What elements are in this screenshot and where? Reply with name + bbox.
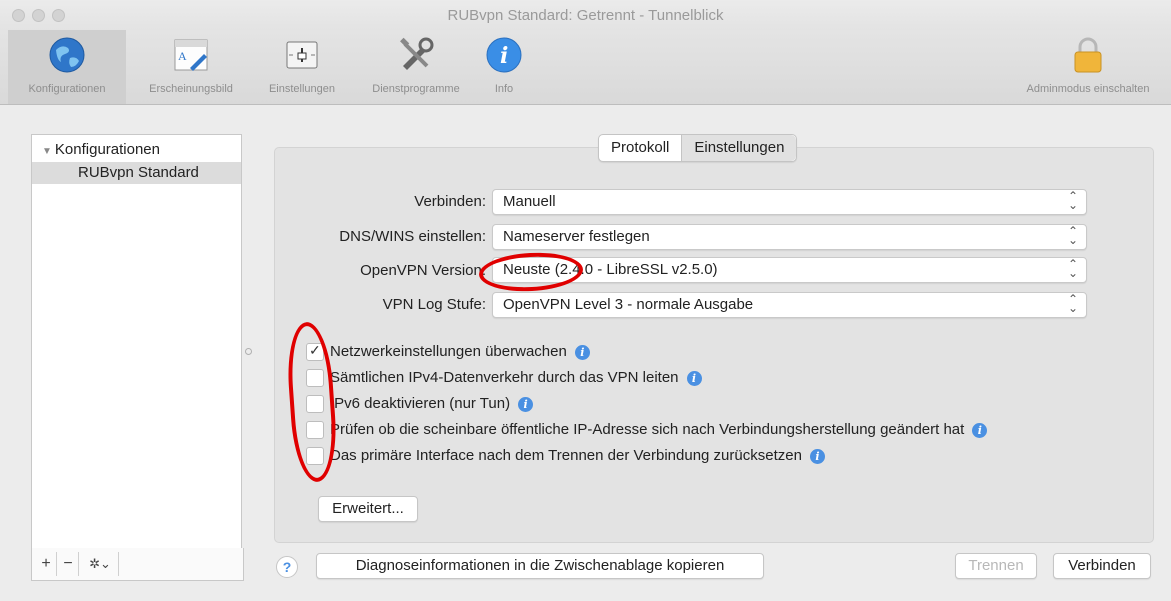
remove-configuration-button[interactable]: − — [58, 552, 79, 576]
log-level-select[interactable]: OpenVPN Level 3 - normale Ausgabe ⌃ ⌄ — [492, 292, 1087, 318]
checkbox-label: Das primäre Interface nach dem Trennen d… — [330, 447, 825, 464]
toolbar-einstellungen[interactable]: Einstellungen — [256, 30, 348, 104]
settings-switch-icon — [286, 41, 318, 69]
tab-control: Protokoll Einstellungen — [598, 134, 798, 162]
checkbox-label: Prüfen ob die scheinbare öffentliche IP-… — [330, 421, 988, 438]
connect-select[interactable]: Manuell ⌃ ⌄ — [492, 189, 1087, 215]
select-value: Nameserver festlegen — [503, 228, 650, 245]
copy-diagnostics-button[interactable]: Diagnoseinformationen in die Zwischenabl… — [316, 553, 764, 579]
window-title: RUBvpn Standard: Getrennt - Tunnelblick — [447, 7, 724, 24]
sidebar-item-rubvpn-standard[interactable]: RUBvpn Standard — [32, 162, 241, 184]
admin-mode-toggle[interactable]: Adminmodus einschalten — [1008, 30, 1168, 104]
checkbox-label: Sämtlichen IPv4-Datenverkehr durch das V… — [330, 369, 702, 386]
chevron-updown-icon: ⌃ ⌄ — [1067, 189, 1078, 212]
toolbar-label: Einstellungen — [268, 83, 336, 95]
openvpn-version-label: OpenVPN Version: — [360, 262, 486, 279]
globe-icon — [49, 37, 85, 73]
chevron-updown-icon: ⌃ ⌄ — [1067, 257, 1078, 280]
toolbar-konfigurationen[interactable]: Konfigurationen — [8, 30, 126, 104]
add-configuration-button[interactable]: + — [36, 552, 57, 576]
configurations-sidebar: ▼ Konfigurationen RUBvpn Standard — [31, 134, 242, 550]
connect-label: Verbinden: — [414, 193, 486, 210]
dns-select[interactable]: Nameserver festlegen ⌃ ⌄ — [492, 224, 1087, 250]
dns-label: DNS/WINS einstellen: — [339, 228, 486, 245]
help-button[interactable]: ? — [276, 556, 298, 578]
chevron-updown-icon: ⌃ ⌄ — [1067, 224, 1078, 247]
select-value: OpenVPN Level 3 - normale Ausgabe — [503, 296, 754, 313]
title-bar: RUBvpn Standard: Getrennt - Tunnelblick — [0, 0, 1171, 30]
chevron-updown-icon: ⌃ ⌄ — [1067, 292, 1078, 315]
toolbar-dienstprogramme[interactable]: Dienstprogramme — [348, 30, 484, 104]
toolbar: Konfigurationen A Erscheinungsbild Einst… — [0, 30, 1171, 105]
select-value: Manuell — [503, 193, 556, 210]
disclosure-triangle-icon[interactable]: ▼ — [42, 146, 52, 157]
advanced-button[interactable]: Erweitert... — [318, 496, 418, 522]
info-icon[interactable]: i — [809, 448, 825, 464]
tools-icon — [400, 37, 434, 70]
admin-mode-label: Adminmodus einschalten — [1026, 83, 1150, 95]
info-icon: i — [486, 37, 522, 73]
svg-text:i: i — [500, 43, 508, 69]
toolbar-erscheinungsbild[interactable]: A Erscheinungsbild — [126, 30, 256, 104]
sidebar-button-bar: + − ✲⌄ — [31, 548, 244, 581]
svg-text:A: A — [178, 49, 187, 63]
toolbar-label: Konfigurationen — [28, 83, 106, 95]
lock-icon — [1074, 37, 1102, 73]
tab-protokoll[interactable]: Protokoll — [599, 135, 681, 161]
checkbox-label: Netzwerkeinstellungen überwachen i — [330, 343, 590, 360]
checkbox-label: IPv6 deaktivieren (nur Tun) i — [330, 395, 534, 412]
info-icon[interactable]: i — [972, 422, 988, 438]
connect-button[interactable]: Verbinden — [1053, 553, 1151, 579]
info-icon[interactable]: i — [686, 370, 702, 386]
toolbar-label: Erscheinungsbild — [149, 83, 233, 95]
gear-menu-button[interactable]: ✲⌄ — [82, 552, 119, 576]
log-level-label: VPN Log Stufe: — [382, 296, 486, 313]
sidebar-header[interactable]: ▼ Konfigurationen — [42, 141, 160, 158]
toolbar-label: Dienstprogramme — [372, 83, 460, 95]
tab-einstellungen[interactable]: Einstellungen — [681, 135, 797, 161]
info-icon[interactable]: i — [574, 344, 590, 360]
toolbar-label: Info — [494, 83, 514, 95]
appearance-icon: A — [174, 39, 208, 71]
disconnect-button[interactable]: Trennen — [955, 553, 1037, 579]
info-icon[interactable]: i — [518, 396, 534, 412]
toolbar-info[interactable]: i Info — [484, 30, 524, 104]
sidebar-header-label: Konfigurationen — [54, 141, 160, 158]
sidebar-item-label: RUBvpn Standard — [78, 164, 199, 181]
split-view-handle[interactable] — [245, 348, 252, 355]
